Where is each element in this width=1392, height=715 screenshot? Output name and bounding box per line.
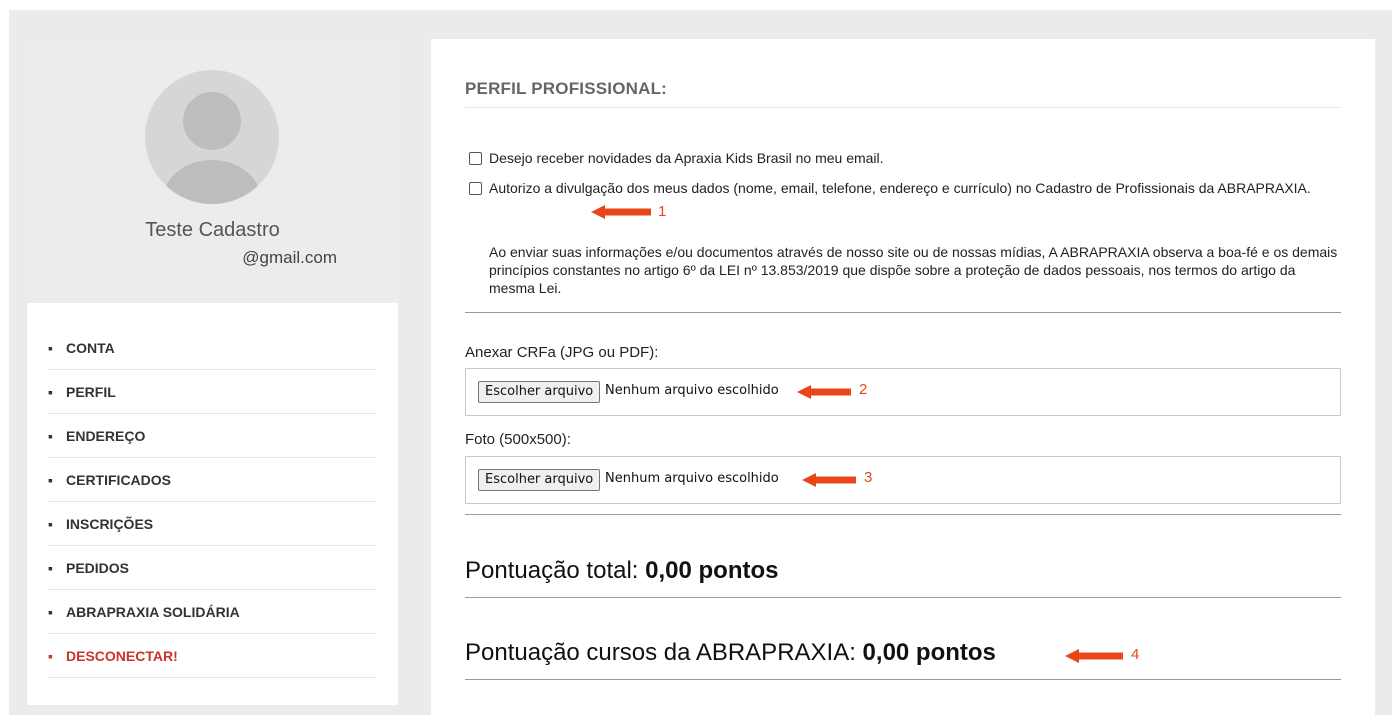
annotation-arrow-2: [797, 385, 851, 399]
foto-file-input: Escolher arquivo Nenhum arquivo escolhid…: [465, 456, 1341, 504]
news-checkbox-row: Desejo receber novidades da Apraxia Kids…: [469, 149, 1349, 167]
section-title: PERFIL PROFISSIONAL:: [465, 79, 668, 98]
divider: [465, 514, 1341, 515]
score-courses: Pontuação cursos da ABRAPRAXIA: 0,00 pon…: [465, 639, 996, 667]
menu-item-label: PEDIDOS: [66, 560, 130, 576]
crfa-label: Anexar CRFa (JPG ou PDF):: [465, 344, 659, 361]
bullet-icon: ▪: [48, 340, 53, 356]
annotation-number-4: 4: [1131, 646, 1140, 663]
menu-item-label: CONTA: [66, 340, 115, 356]
divider: [465, 679, 1341, 680]
annotation-number-3: 3: [864, 469, 873, 486]
score-total-label: Pontuação total:: [465, 557, 646, 584]
privacy-notice: Ao enviar suas informações e/ou document…: [489, 244, 1338, 296]
sidebar: Teste Cadastro @gmail.com ▪ CONTA ▪ PERFIL…: [27, 39, 398, 705]
annotation-arrow-1: [591, 205, 651, 219]
menu-item-conta[interactable]: ▪ CONTA: [48, 326, 376, 370]
bullet-icon: ▪: [48, 472, 53, 488]
profile-email: @gmail.com: [242, 248, 337, 267]
consent-checkbox[interactable]: [469, 182, 482, 195]
score-courses-label: Pontuação cursos da ABRAPRAXIA:: [465, 639, 863, 666]
bullet-icon: ▪: [48, 428, 53, 444]
crfa-choose-file-button[interactable]: Escolher arquivo: [478, 381, 601, 403]
consent-checkbox-label: Autorizo a divulgação dos meus dados (no…: [489, 180, 1311, 196]
crfa-file-status: Nenhum arquivo escolhido: [605, 383, 779, 398]
score-courses-value: 0,00 pontos: [862, 639, 996, 666]
annotation-number-1: 1: [658, 203, 667, 220]
foto-file-status: Nenhum arquivo escolhido: [605, 471, 779, 486]
avatar-head-shape: [183, 92, 241, 150]
bullet-icon: ▪: [48, 384, 53, 400]
menu-item-label: ABRAPRAXIA SOLIDÁRIA: [66, 604, 240, 620]
annotation-number-2: 2: [859, 381, 868, 398]
account-menu: ▪ CONTA ▪ PERFIL ▪ ENDEREÇO ▪ CERTIFICADOS ▪…: [48, 326, 376, 678]
profile-card: Teste Cadastro @gmail.com: [27, 39, 398, 303]
avatar-body-shape: [163, 160, 261, 204]
news-checkbox[interactable]: [469, 152, 482, 165]
menu-item-abrapraxia-solidaria[interactable]: ▪ ABRAPRAXIA SOLIDÁRIA: [48, 590, 376, 634]
menu-item-label: PERFIL: [66, 384, 116, 400]
crfa-file-input: Escolher arquivo Nenhum arquivo escolhid…: [465, 368, 1341, 416]
bullet-icon: ▪: [48, 516, 53, 532]
menu-item-inscricoes[interactable]: ▪ INSCRIÇÕES: [48, 502, 376, 546]
divider: [465, 312, 1341, 313]
divider: [465, 597, 1341, 598]
foto-label: Foto (500x500):: [465, 431, 571, 448]
menu-item-label: INSCRIÇÕES: [66, 516, 154, 532]
annotation-arrow-4: [1065, 649, 1123, 663]
bullet-icon: ▪: [48, 560, 53, 576]
menu-item-label: ENDEREÇO: [66, 428, 146, 444]
bullet-icon: ▪: [48, 604, 53, 620]
menu-item-label: DESCONECTAR!: [66, 648, 178, 664]
avatar: [145, 70, 279, 204]
foto-choose-file-button[interactable]: Escolher arquivo: [478, 469, 601, 491]
main-panel: PERFIL PROFISSIONAL: Desejo receber novi…: [431, 39, 1375, 715]
menu-item-label: CERTIFICADOS: [66, 472, 171, 488]
news-checkbox-label: Desejo receber novidades da Apraxia Kids…: [489, 150, 884, 166]
menu-item-desconectar[interactable]: ▪ DESCONECTAR!: [48, 634, 376, 678]
menu-item-certificados[interactable]: ▪ CERTIFICADOS: [48, 458, 376, 502]
menu-item-endereco[interactable]: ▪ ENDEREÇO: [48, 414, 376, 458]
menu-item-perfil[interactable]: ▪ PERFIL: [48, 370, 376, 414]
bullet-icon: ▪: [48, 648, 53, 664]
profile-name: Teste Cadastro: [145, 219, 280, 241]
score-total-value: 0,00 pontos: [645, 557, 779, 584]
annotation-arrow-3: [802, 473, 856, 487]
title-divider: [465, 107, 1341, 108]
menu-item-pedidos[interactable]: ▪ PEDIDOS: [48, 546, 376, 590]
score-total: Pontuação total: 0,00 pontos: [465, 557, 779, 585]
